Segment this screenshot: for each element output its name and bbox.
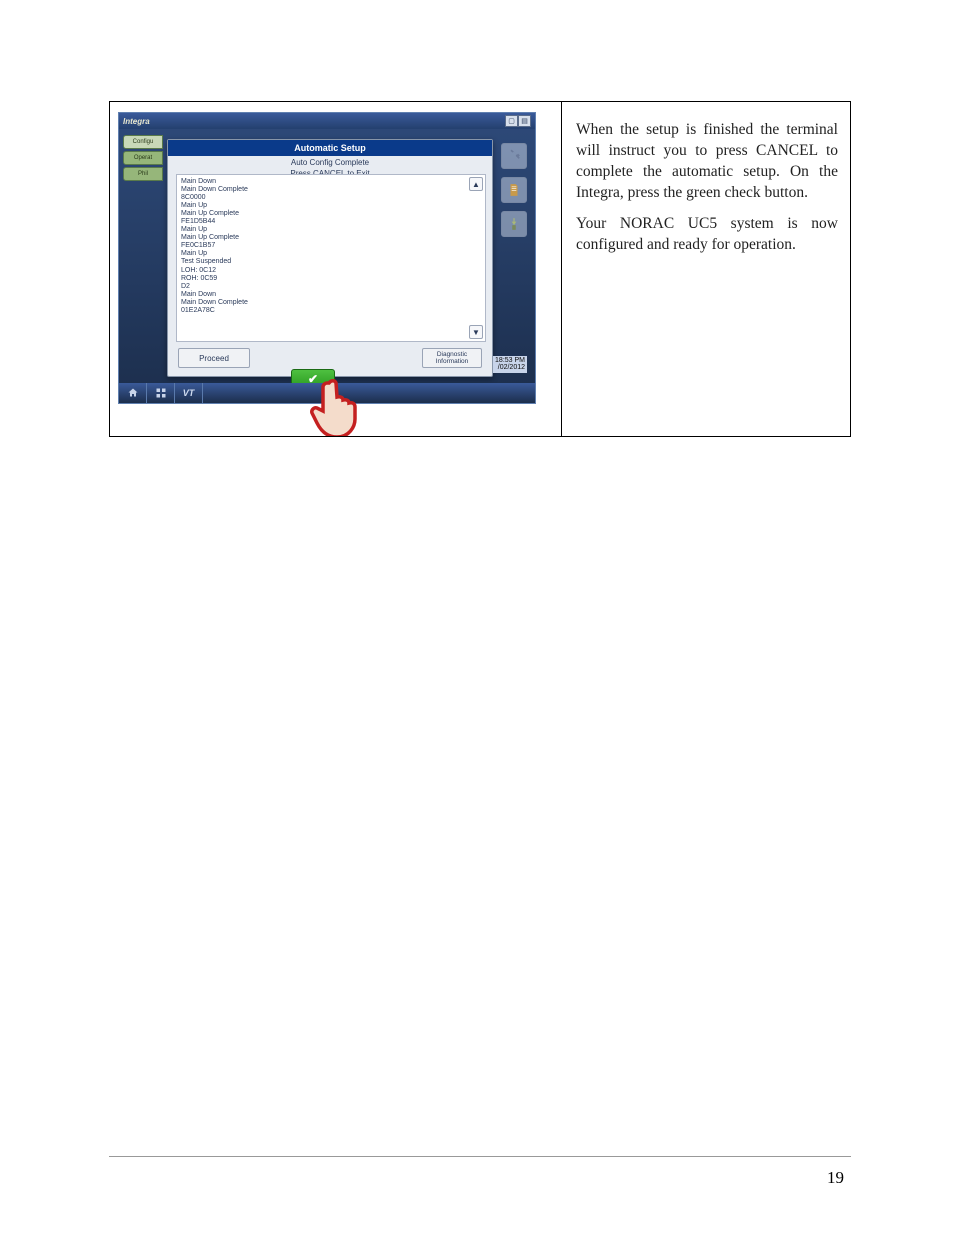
grid-icon[interactable] [147,383,175,403]
window-titlebar: Integra ▢ ▤ [119,113,535,129]
side-tabs: Configu Operat Phil [123,135,163,181]
page-icon[interactable] [501,177,527,203]
wrench-icon[interactable] [501,143,527,169]
log-line: FE1D5B44 [181,218,463,226]
scroll-down-button[interactable]: ▼ [469,325,483,339]
proceed-button[interactable]: Proceed [178,348,250,368]
log-line: Main Up [181,202,463,210]
time-value: 18:53 PM [495,357,525,365]
right-icon-rail [501,143,529,237]
footer-rule [109,1156,851,1157]
automatic-setup-dialog: Automatic Setup Auto Config Complete Pre… [167,139,493,377]
log-line: ROH: 0C59 [181,275,463,283]
instruction-paragraph-1: When the setup is finished the terminal … [576,120,838,204]
tab-configure[interactable]: Configu [123,135,163,149]
log-line: FE0C1B57 [181,242,463,250]
tab-phil[interactable]: Phil [123,167,163,181]
terminal-screenshot: Integra ▢ ▤ Configu Operat Phil Automati… [118,112,536,404]
home-icon[interactable] [119,383,147,403]
log-text: Main DownMain Down Complete8C0000Main Up… [177,175,467,341]
bottom-nav: VT [119,383,535,403]
screenshot-cell: Integra ▢ ▤ Configu Operat Phil Automati… [110,102,562,436]
date-value: /02/2012 [495,364,525,372]
log-line: LOH: 0C12 [181,267,463,275]
log-line: D2 [181,283,463,291]
log-line: Main Up [181,226,463,234]
instruction-text-cell: When the setup is finished the terminal … [562,102,850,436]
window-controls: ▢ ▤ [505,115,531,127]
instruction-paragraph-2: Your NORAC UC5 system is now configured … [576,214,838,256]
dialog-subtitle-1: Auto Config Complete [168,156,492,167]
log-line: 8C0000 [181,194,463,202]
log-line: Main Down Complete [181,299,463,307]
clock-readout: 18:53 PM /02/2012 [493,356,527,373]
brand-label: Integra [123,117,150,126]
scroll-column: ▲ ▼ [467,175,485,341]
page-number: 19 [827,1168,844,1188]
log-line: 01E2A78C [181,307,463,315]
log-line: Main Down Complete [181,186,463,194]
window-button[interactable]: ▤ [518,115,531,127]
dialog-title: Automatic Setup [168,140,492,156]
log-line: Main Up Complete [181,234,463,242]
log-line: Main Down [181,178,463,186]
log-box: Main DownMain Down Complete8C0000Main Up… [176,174,486,342]
log-line: Main Down [181,291,463,299]
scroll-up-button[interactable]: ▲ [469,177,483,191]
tab-operator[interactable]: Operat [123,151,163,165]
log-line: Main Up Complete [181,210,463,218]
log-line: Test Suspended [181,258,463,266]
usb-icon[interactable] [501,211,527,237]
diagnostic-info-button[interactable]: Diagnostic Information [422,348,482,368]
log-line: Main Up [181,250,463,258]
window-button[interactable]: ▢ [505,115,518,127]
vt-label[interactable]: VT [175,383,203,403]
